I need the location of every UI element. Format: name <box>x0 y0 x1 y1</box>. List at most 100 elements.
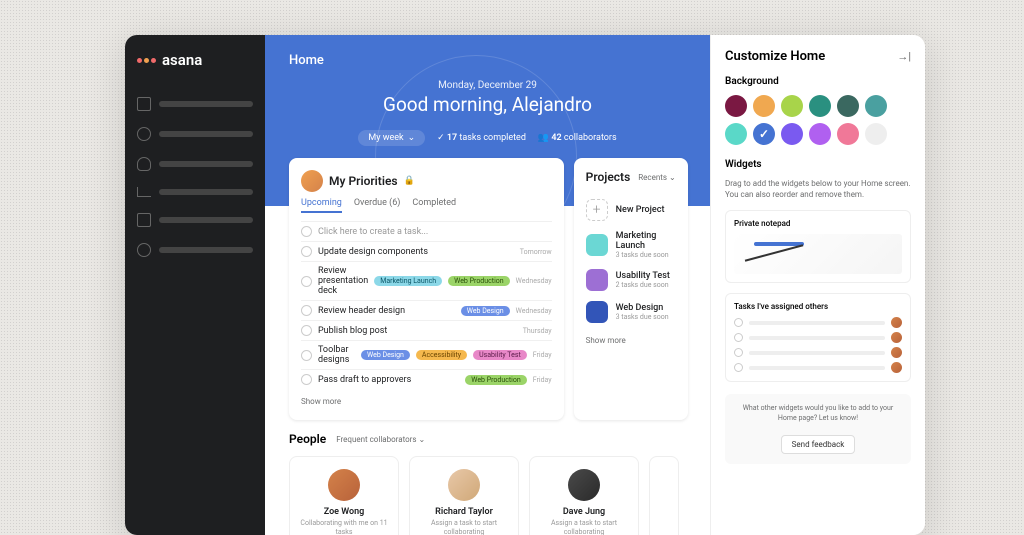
chart-icon <box>137 187 151 197</box>
color-swatch[interactable] <box>865 123 887 145</box>
week-filter[interactable]: My week⌄ <box>358 130 425 146</box>
widget-label: Private notepad <box>734 219 902 228</box>
nav-goals[interactable] <box>137 239 253 261</box>
widgets-title: Widgets <box>725 159 911 170</box>
project-pill[interactable]: Marketing Launch <box>374 276 442 286</box>
nav-reporting[interactable] <box>137 183 253 201</box>
priorities-tabs: Upcoming Overdue (6) Completed <box>301 198 552 213</box>
task-row[interactable]: Review header designWeb DesignWednesday <box>301 300 552 320</box>
check-icon <box>301 226 312 237</box>
color-swatch[interactable] <box>865 95 887 117</box>
projects-card: Projects Recents ⌄ +New Project Marketin… <box>574 158 688 420</box>
main-area: Home Monday, December 29 Good morning, A… <box>265 35 710 535</box>
project-row[interactable]: Web Design3 tasks due soon <box>586 296 676 328</box>
color-swatches <box>725 95 911 145</box>
color-swatch[interactable] <box>781 123 803 145</box>
task-row[interactable]: Toolbar designsWeb DesignAccessibilityUs… <box>301 340 552 369</box>
check-icon[interactable] <box>301 276 312 287</box>
project-icon <box>586 234 608 256</box>
avatar <box>891 347 902 358</box>
people-title: People <box>289 432 326 446</box>
task-row[interactable]: Review presentation deckMarketing Launch… <box>301 261 552 300</box>
check-icon <box>734 318 743 327</box>
person-icon <box>137 243 151 257</box>
avatar <box>891 362 902 373</box>
project-pill[interactable]: Usability Test <box>473 350 527 360</box>
create-task-row[interactable]: Click here to create a task... <box>301 221 552 241</box>
color-swatch[interactable] <box>753 123 775 145</box>
project-pill[interactable]: Web Design <box>361 350 410 360</box>
dashboard-cards: My Priorities 🔒 Upcoming Overdue (6) Com… <box>265 158 710 420</box>
check-icon[interactable] <box>301 325 312 336</box>
assigned-widget[interactable]: Tasks I've assigned others <box>725 293 911 382</box>
project-pill[interactable]: Web Design <box>461 306 510 316</box>
nav-tasks[interactable] <box>137 123 253 145</box>
hero-date: Monday, December 29 <box>289 80 686 91</box>
check-icon[interactable] <box>301 374 312 385</box>
avatar <box>891 332 902 343</box>
check-icon <box>137 127 151 141</box>
brand-name: asana <box>162 51 202 69</box>
collapse-icon[interactable]: →| <box>897 50 911 63</box>
person-card[interactable]: Zoe WongCollaborating with me on 11 task… <box>289 456 399 535</box>
panel-title: Customize Home <box>725 49 825 64</box>
check-icon[interactable] <box>301 246 312 257</box>
person-card[interactable]: Dave JungAssign a task to start collabor… <box>529 456 639 535</box>
project-pill[interactable]: Web Production <box>465 375 527 385</box>
check-icon <box>734 363 743 372</box>
color-swatch[interactable] <box>837 95 859 117</box>
send-feedback-button[interactable]: Send feedback <box>781 435 856 454</box>
hero-stats: My week⌄ ✓ 17 tasks completed 👥 42 colla… <box>289 130 686 146</box>
task-row[interactable]: Pass draft to approversWeb ProductionFri… <box>301 369 552 389</box>
project-icon <box>586 301 608 323</box>
lock-icon: 🔒 <box>404 176 415 186</box>
check-icon[interactable] <box>301 350 312 361</box>
color-swatch[interactable] <box>725 95 747 117</box>
task-row[interactable]: Update design componentsTomorrow <box>301 241 552 261</box>
nav-home[interactable] <box>137 93 253 115</box>
chevron-down-icon: ⌄ <box>669 173 676 182</box>
people-filter[interactable]: Frequent collaborators ⌄ <box>336 435 425 444</box>
logo[interactable]: asana <box>137 51 253 69</box>
page-title: Home <box>289 53 686 68</box>
collaborators-stat: 👥 42 collaborators <box>538 133 617 143</box>
show-more-link[interactable]: Show more <box>586 336 626 345</box>
project-row[interactable]: Usability Test2 tasks due soon <box>586 264 676 296</box>
projects-filter[interactable]: Recents ⌄ <box>638 173 675 182</box>
widget-label: Tasks I've assigned others <box>734 302 902 311</box>
person-card[interactable] <box>649 456 679 535</box>
color-swatch[interactable] <box>725 123 747 145</box>
tab-completed[interactable]: Completed <box>412 198 456 213</box>
person-card[interactable]: Richard TaylorAssign a task to start col… <box>409 456 519 535</box>
plus-icon: + <box>586 199 608 221</box>
logo-icon <box>137 58 156 63</box>
feedback-text: What other widgets would you like to add… <box>735 404 901 424</box>
app-window: asana Home Monday, December 29 Good morn… <box>125 35 925 535</box>
color-swatch[interactable] <box>809 123 831 145</box>
task-row[interactable]: Publish blog postThursday <box>301 320 552 340</box>
notepad-widget[interactable]: Private notepad <box>725 210 911 283</box>
new-project-button[interactable]: +New Project <box>586 194 676 226</box>
color-swatch[interactable] <box>837 123 859 145</box>
project-row[interactable]: Marketing Launch3 tasks due soon <box>586 226 676 264</box>
tab-overdue[interactable]: Overdue (6) <box>354 198 401 213</box>
chevron-down-icon: ⌄ <box>419 435 426 444</box>
avatar <box>301 170 323 192</box>
avatar <box>891 317 902 328</box>
nav-inbox[interactable] <box>137 153 253 175</box>
bell-icon <box>137 157 151 171</box>
avatar <box>328 469 360 501</box>
sidebar: asana <box>125 35 265 535</box>
show-more-link[interactable]: Show more <box>301 397 341 406</box>
check-icon[interactable] <box>301 305 312 316</box>
project-pill[interactable]: Accessibility <box>416 350 467 360</box>
color-swatch[interactable] <box>809 95 831 117</box>
tab-upcoming[interactable]: Upcoming <box>301 198 342 213</box>
projects-title: Projects <box>586 170 631 184</box>
project-pill[interactable]: Web Production <box>448 276 510 286</box>
priorities-title: My Priorities <box>329 174 398 188</box>
avatar <box>568 469 600 501</box>
color-swatch[interactable] <box>753 95 775 117</box>
color-swatch[interactable] <box>781 95 803 117</box>
nav-portfolios[interactable] <box>137 209 253 231</box>
